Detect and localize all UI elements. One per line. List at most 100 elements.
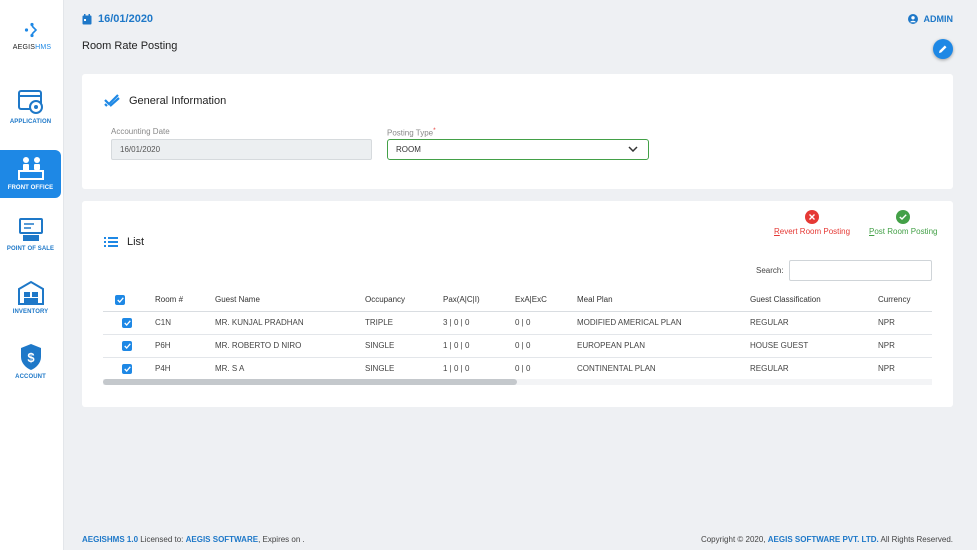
select-all-checkbox[interactable]: [115, 294, 125, 305]
application-gear-icon: [17, 90, 43, 114]
column-header-currency[interactable]: Currency: [878, 289, 932, 312]
cell-extra: 0 | 0: [515, 357, 577, 381]
footer-licensed-to-label: Licensed to:: [138, 535, 186, 544]
column-header-occupancy[interactable]: Occupancy: [365, 289, 443, 312]
revert-room-posting-label: Revert Room Posting: [774, 227, 851, 236]
footer-licensee[interactable]: AEGIS SOFTWARE: [186, 535, 258, 544]
check-icon: [116, 297, 124, 303]
cell-room: P6H: [155, 334, 215, 358]
cell-occupancy: TRIPLE: [365, 311, 443, 335]
row-select-cell: [103, 357, 155, 381]
close-circle-icon: [805, 210, 820, 224]
row-checkbox[interactable]: [122, 363, 132, 374]
footer-version: AEGISHMS 1.0: [82, 535, 139, 544]
column-header-extra[interactable]: ExA|ExC: [515, 289, 577, 312]
footer-copyright-prefix: Copyright © 2020,: [700, 535, 768, 544]
room-posting-table: Room # Guest Name Occupancy Pax(A|C|I) E…: [103, 289, 932, 381]
pencil-icon: [939, 45, 947, 53]
calendar-icon: [82, 13, 92, 24]
row-select-cell: [103, 311, 155, 335]
user-circle-icon: [907, 14, 918, 24]
column-header-room[interactable]: Room #: [155, 289, 215, 312]
accounting-date-field: 16/01/2020: [111, 139, 372, 160]
row-select-cell: [103, 334, 155, 358]
cell-guest-classification: REGULAR: [750, 357, 878, 381]
sidebar-item-account[interactable]: $ ACCOUNT: [0, 343, 61, 391]
cell-extra: 0 | 0: [515, 311, 577, 335]
cell-pax: 1 | 0 | 0: [443, 357, 515, 381]
cell-pax: 1 | 0 | 0: [443, 334, 515, 358]
chevron-down-icon: [628, 146, 638, 152]
accounting-date-label: Accounting Date: [111, 127, 170, 136]
column-header-guest-name[interactable]: Guest Name: [215, 289, 365, 312]
search-input[interactable]: [789, 260, 932, 281]
row-checkbox[interactable]: [122, 317, 132, 328]
footer-copyright: Copyright © 2020, AEGIS SOFTWARE PVT. LT…: [701, 535, 953, 544]
posting-type-select[interactable]: ROOM: [387, 139, 649, 160]
cell-occupancy: SINGLE: [365, 357, 443, 381]
table-row: P6H MR. ROBERTO D NIRO SINGLE 1 | 0 | 0 …: [103, 334, 932, 358]
table-header-row: Room # Guest Name Occupancy Pax(A|C|I) E…: [103, 289, 932, 312]
sidebar-item-label: FRONT OFFICE: [7, 185, 54, 191]
cell-guest-name: MR. ROBERTO D NIRO: [215, 334, 365, 358]
logo-text: AEGISHMS: [12, 44, 52, 51]
post-room-posting-label: Post Room Posting: [869, 227, 938, 236]
user-menu[interactable]: ADMIN: [907, 14, 953, 24]
column-header-pax[interactable]: Pax(A|C|I): [443, 289, 515, 312]
scrollbar-thumb[interactable]: [103, 379, 517, 385]
footer-company[interactable]: AEGIS SOFTWARE PVT. LTD.: [768, 535, 879, 544]
header-date: 16/01/2020: [82, 13, 153, 25]
double-check-icon: [104, 94, 120, 107]
section-title: General Information: [129, 95, 227, 107]
page-title: Room Rate Posting: [82, 40, 178, 52]
search-label: Search:: [756, 266, 784, 275]
point-of-sale-icon: [18, 218, 43, 241]
column-header-meal-plan[interactable]: Meal Plan: [577, 289, 750, 312]
footer-license: AEGISHMS 1.0 Licensed to: AEGIS SOFTWARE…: [82, 535, 305, 544]
cell-pax: 3 | 0 | 0: [443, 311, 515, 335]
cell-occupancy: SINGLE: [365, 334, 443, 358]
sidebar-item-front-office[interactable]: FRONT OFFICE: [0, 150, 61, 198]
cell-guest-classification: REGULAR: [750, 311, 878, 335]
check-icon: [123, 365, 131, 372]
footer-rights: All Rights Reserved.: [878, 535, 953, 544]
required-marker: *: [433, 127, 436, 134]
cell-guest-name: MR. KUNJAL PRADHAN: [215, 311, 365, 335]
horizontal-scrollbar[interactable]: [103, 379, 932, 385]
footer-expires: , Expires on .: [258, 535, 305, 544]
section-title: List: [127, 236, 145, 248]
row-checkbox[interactable]: [122, 340, 132, 351]
sidebar-item-label: APPLICATION: [9, 119, 52, 125]
account-money-icon: $: [20, 344, 41, 370]
current-date: 16/01/2020: [98, 13, 154, 25]
cell-room: P4H: [155, 357, 215, 381]
edit-button[interactable]: [933, 39, 953, 59]
posting-type-label: Posting Type*: [387, 127, 436, 138]
svg-text:$: $: [27, 350, 35, 365]
cell-currency: NPR: [878, 334, 932, 358]
sidebar-item-application[interactable]: APPLICATION: [0, 88, 61, 136]
select-all-cell: [103, 289, 155, 312]
sidebar-item-point-of-sale[interactable]: POINT OF SALE: [0, 217, 61, 265]
check-icon: [123, 342, 131, 349]
general-information-card: General Information Accounting Date 16/0…: [82, 74, 953, 189]
sidebar-item-inventory[interactable]: INVENTORY: [0, 280, 61, 328]
sidebar: AEGISHMS APPLICATION FRONT OFFICE POINT …: [0, 0, 64, 550]
revert-room-posting-button[interactable]: Revert Room Posting: [774, 210, 850, 236]
table-row: P4H MR. S A SINGLE 1 | 0 | 0 0 | 0 CONTI…: [103, 357, 932, 381]
inventory-warehouse-icon: [17, 280, 44, 305]
table-row: C1N MR. KUNJAL PRADHAN TRIPLE 3 | 0 | 0 …: [103, 311, 932, 335]
sidebar-item-label: ACCOUNT: [15, 374, 46, 380]
check-icon: [123, 319, 131, 326]
list-header: List: [104, 236, 144, 248]
front-office-desk-icon: [17, 157, 44, 180]
app-logo[interactable]: AEGISHMS: [0, 22, 64, 51]
cell-currency: NPR: [878, 357, 932, 381]
logo-mark-icon: [24, 22, 38, 38]
post-room-posting-button[interactable]: Post Room Posting: [869, 210, 937, 236]
column-header-guest-classification[interactable]: Guest Classification: [750, 289, 878, 312]
sidebar-item-label: POINT OF SALE: [6, 246, 55, 252]
cell-meal-plan: MODIFIED AMERICAL PLAN: [577, 311, 750, 335]
general-information-header: General Information: [104, 94, 226, 108]
cell-room: C1N: [155, 311, 215, 335]
